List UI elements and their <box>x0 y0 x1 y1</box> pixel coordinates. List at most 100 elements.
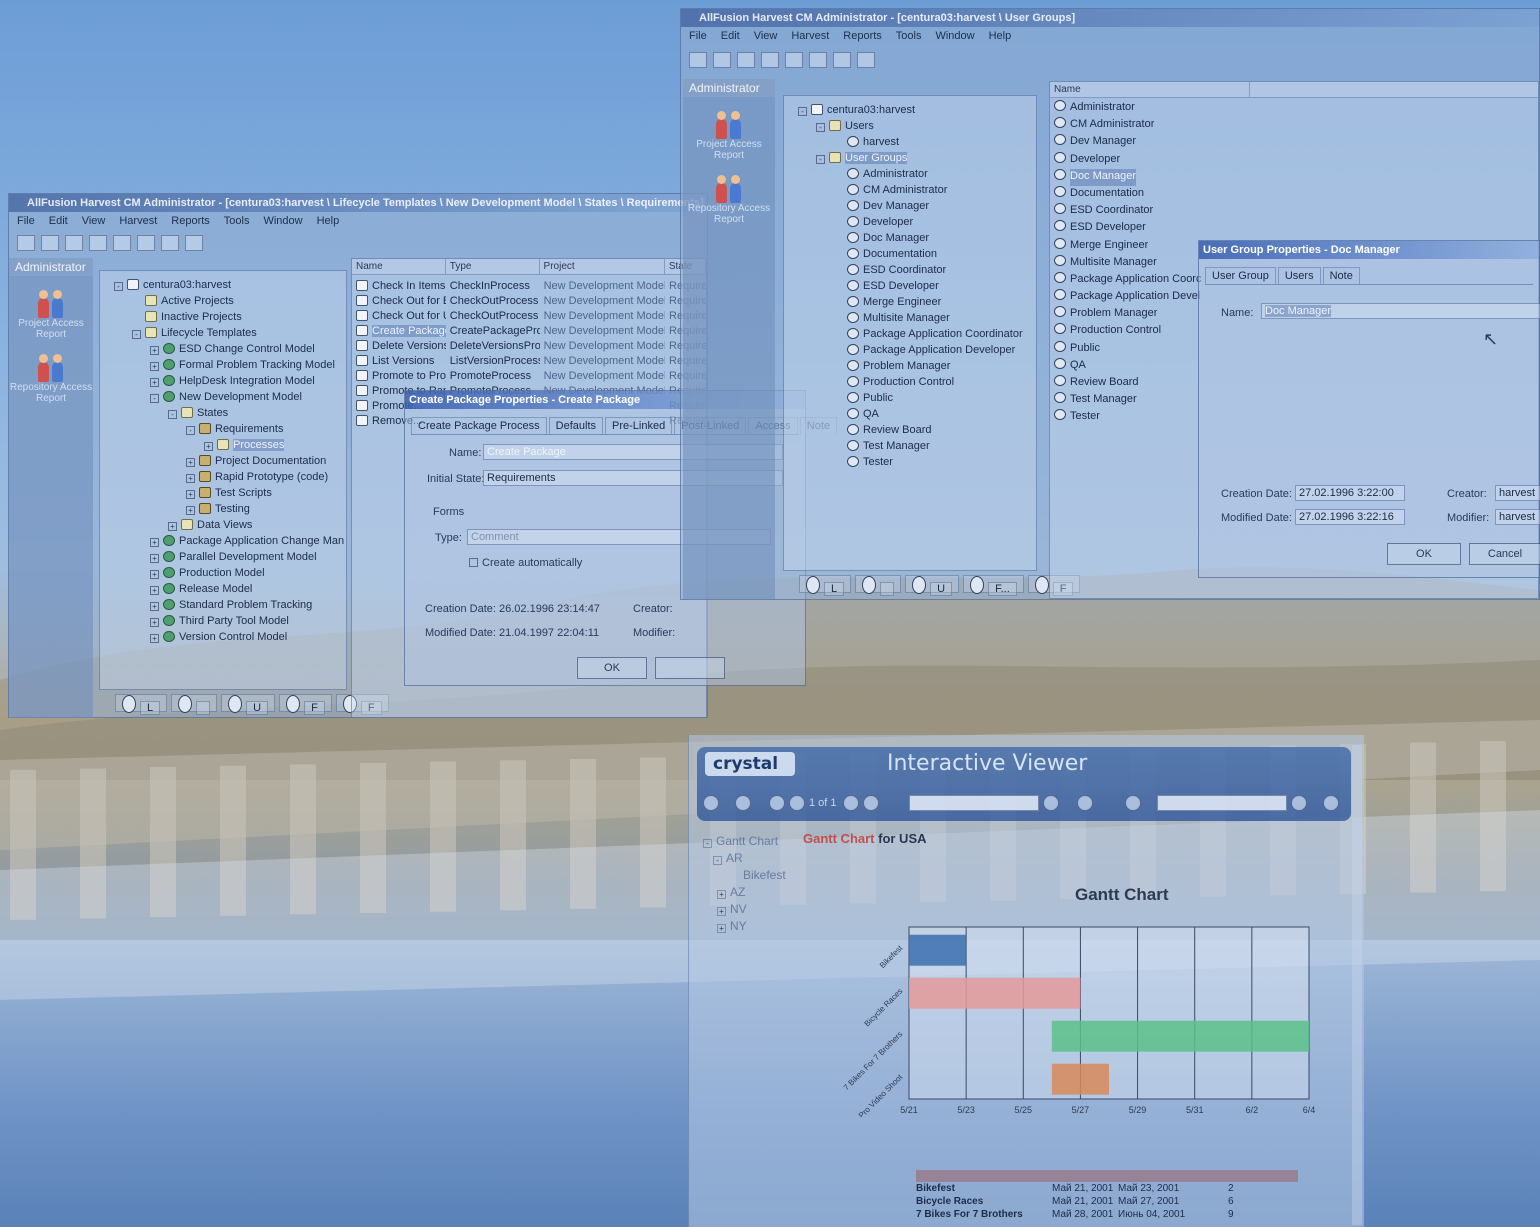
group-tree[interactable]: - Gantt Chart - AR Bikefest + AZ + NV + NY <box>703 833 813 935</box>
repository-access-report[interactable]: Repository Access Report <box>9 354 93 404</box>
tree-item[interactable]: Developer <box>784 214 1036 230</box>
table-row[interactable]: List Versions ListVersionProcess New Devel… <box>352 354 706 369</box>
tree-item[interactable]: Dev Manager <box>784 198 1036 214</box>
tree-item[interactable]: Test Manager <box>784 438 1036 454</box>
menu-reports[interactable]: Reports <box>843 30 882 42</box>
name-field[interactable]: Doc Manager <box>1261 303 1540 319</box>
last-page-icon[interactable] <box>863 795 879 811</box>
collapse-icon[interactable]: - <box>186 426 195 435</box>
menu-tools[interactable]: Tools <box>224 215 250 227</box>
open-icon[interactable] <box>41 235 59 251</box>
first-page-icon[interactable] <box>769 795 785 811</box>
menu-view[interactable]: View <box>82 215 106 227</box>
tree-item[interactable]: CM Administrator <box>784 182 1036 198</box>
expand-icon[interactable]: + <box>150 362 159 371</box>
tree-item[interactable]: + Data Views <box>100 517 346 533</box>
menu-file[interactable]: File <box>17 215 35 227</box>
tree-item[interactable]: Doc Manager <box>784 230 1036 246</box>
group-tree-item[interactable]: Bikefest <box>703 867 813 884</box>
expand-icon[interactable]: + <box>150 378 159 387</box>
view-split-icon[interactable] <box>809 52 827 68</box>
column-project[interactable]: Project <box>540 259 665 274</box>
search-icon[interactable] <box>1291 795 1307 811</box>
tab-defaults[interactable]: Defaults <box>548 417 604 434</box>
menu-view[interactable]: View <box>754 30 778 42</box>
table-row[interactable]: Delete VersionsDeleteVersionsProcessNew … <box>352 339 706 354</box>
create-auto-checkbox[interactable]: Create automatically <box>469 557 582 569</box>
help-icon[interactable] <box>785 52 803 68</box>
tree-item[interactable]: + ESD Change Control Model <box>100 341 346 357</box>
group-tree-item[interactable]: + NY <box>703 918 813 935</box>
search-field[interactable] <box>1157 795 1287 811</box>
view-list-icon[interactable] <box>161 235 179 251</box>
goto-page-field[interactable] <box>909 795 1039 811</box>
collapse-icon[interactable]: - <box>168 410 177 419</box>
tree-item[interactable]: - centura03:harvest <box>784 102 1036 118</box>
tree-item[interactable]: Inactive Projects <box>100 309 346 325</box>
tree-item[interactable]: - Users <box>784 118 1036 134</box>
table-row[interactable]: Promote to Project Doc...PromoteProcess N… <box>352 369 706 384</box>
column-name[interactable]: Name <box>1050 82 1250 97</box>
view-split-icon[interactable] <box>137 235 155 251</box>
tree-item[interactable]: + Package Application Change Man <box>100 533 346 549</box>
collapse-icon[interactable]: - <box>816 123 825 132</box>
collapse-icon[interactable]: - <box>816 155 825 164</box>
view-detail-icon[interactable] <box>185 235 203 251</box>
menu-edit[interactable]: Edit <box>49 215 68 227</box>
tree-item[interactable]: Public <box>784 390 1036 406</box>
expand-icon[interactable]: + <box>717 890 726 899</box>
tree-item[interactable]: - States <box>100 405 346 421</box>
menu-harvest[interactable]: Harvest <box>791 30 829 42</box>
export-icon[interactable] <box>703 795 719 811</box>
collapse-icon[interactable]: - <box>150 394 159 403</box>
menu-harvest[interactable]: Harvest <box>119 215 157 227</box>
tree-item[interactable]: Administrator <box>784 166 1036 182</box>
expand-icon[interactable]: + <box>150 618 159 627</box>
tree-item[interactable]: + Third Party Tool Model <box>100 613 346 629</box>
zoom-icon[interactable] <box>1323 795 1339 811</box>
tree-item[interactable]: - centura03:harvest <box>100 277 346 293</box>
menu-tools[interactable]: Tools <box>896 30 922 42</box>
tree-item[interactable]: + Version Control Model <box>100 629 346 645</box>
save-icon[interactable] <box>737 52 755 68</box>
list-item[interactable]: Administrator <box>1050 100 1538 117</box>
menu-window[interactable]: Window <box>263 215 302 227</box>
expand-icon[interactable]: + <box>150 634 159 643</box>
tree-tab[interactable]: F <box>279 694 332 715</box>
tab-pre-linked[interactable]: Pre-Linked <box>605 417 673 434</box>
tree-tab[interactable]: L <box>115 694 168 715</box>
collapse-icon[interactable]: - <box>132 330 141 339</box>
tree-item[interactable]: Merge Engineer <box>784 294 1036 310</box>
collapse-icon[interactable]: - <box>114 282 123 291</box>
expand-icon[interactable]: + <box>150 346 159 355</box>
tab-create-package-process[interactable]: Create Package Process <box>411 417 547 434</box>
tree-item[interactable]: - New Development Model <box>100 389 346 405</box>
collapse-icon[interactable]: - <box>798 107 807 116</box>
tree-item[interactable]: - Lifecycle Templates <box>100 325 346 341</box>
tree-view[interactable]: - centura03:harvest Active Projects Inactiv… <box>99 270 347 690</box>
tree-item[interactable]: + Project Documentation <box>100 453 346 469</box>
find-icon[interactable] <box>89 235 107 251</box>
tree-tab[interactable] <box>855 575 902 596</box>
ok-button[interactable]: OK <box>1387 543 1461 565</box>
scrollbar[interactable] <box>1352 745 1362 1225</box>
expand-icon[interactable]: + <box>150 586 159 595</box>
tree-item[interactable]: Package Application Developer <box>784 342 1036 358</box>
view-detail-icon[interactable] <box>857 52 875 68</box>
column-type[interactable]: Type <box>446 259 540 274</box>
expand-icon[interactable]: + <box>150 602 159 611</box>
tree-tab[interactable]: L <box>799 575 852 596</box>
tree-item[interactable]: + HelpDesk Integration Model <box>100 373 346 389</box>
menu-reports[interactable]: Reports <box>171 215 210 227</box>
menu-edit[interactable]: Edit <box>721 30 740 42</box>
tree-tab[interactable] <box>171 694 218 715</box>
project-access-report[interactable]: Project Access Report <box>683 111 775 161</box>
help-icon[interactable] <box>113 235 131 251</box>
tree-item[interactable]: + Parallel Development Model <box>100 549 346 565</box>
new-icon[interactable] <box>17 235 35 251</box>
list-item[interactable]: Developer <box>1050 151 1538 169</box>
print-icon[interactable] <box>735 795 751 811</box>
list-item[interactable]: Dev Manager <box>1050 134 1538 151</box>
project-access-report[interactable]: Project Access Report <box>9 290 93 340</box>
tree-item[interactable]: Problem Manager <box>784 358 1036 374</box>
